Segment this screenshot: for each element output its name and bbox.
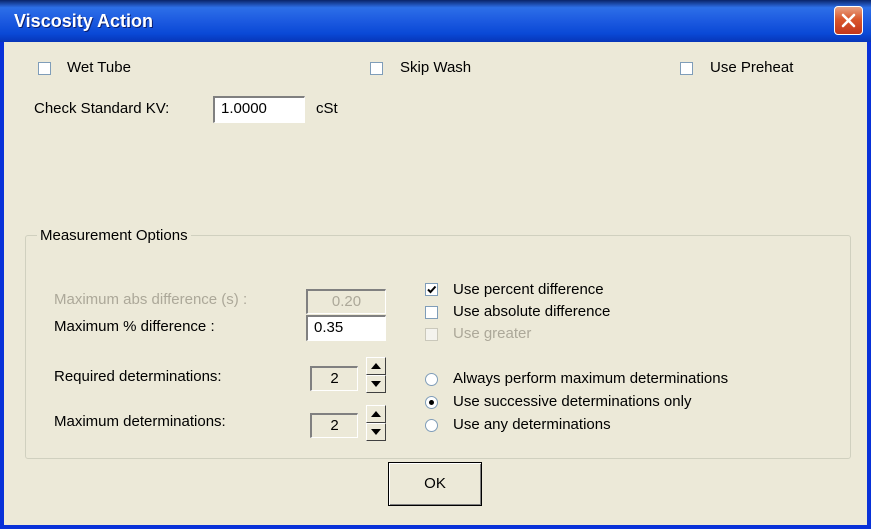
- use-absolute-difference-checkbox[interactable]: [425, 306, 438, 319]
- max-pct-difference-label: Maximum % difference :: [54, 318, 215, 335]
- use-preheat-label: Use Preheat: [710, 59, 794, 76]
- max-abs-difference-label: Maximum abs difference (s) :: [54, 291, 248, 308]
- wet-tube-label: Wet Tube: [67, 59, 131, 76]
- skip-wash-checkbox[interactable]: [370, 62, 383, 75]
- max-pct-difference-input[interactable]: 0.35: [306, 315, 386, 341]
- title-bar[interactable]: Viscosity Action: [0, 0, 871, 42]
- required-determinations-spinner: [366, 357, 386, 393]
- use-preheat-checkbox[interactable]: [680, 62, 693, 75]
- use-successive-label: Use successive determinations only: [453, 393, 692, 410]
- wet-tube-checkbox[interactable]: [38, 62, 51, 75]
- use-percent-difference-checkbox[interactable]: [425, 283, 438, 296]
- required-down-button[interactable]: [366, 375, 386, 393]
- maximum-determinations-spinner: [366, 405, 386, 441]
- check-standard-unit: cSt: [316, 100, 338, 117]
- use-any-radio[interactable]: [425, 419, 438, 432]
- maximum-up-button[interactable]: [366, 405, 386, 423]
- ok-button[interactable]: OK: [388, 462, 482, 506]
- close-button[interactable]: [834, 6, 863, 35]
- use-successive-radio[interactable]: [425, 396, 438, 409]
- skip-wash-label: Skip Wash: [400, 59, 472, 76]
- required-up-button[interactable]: [366, 357, 386, 375]
- measurement-options-legend: Measurement Options: [37, 227, 191, 244]
- maximum-down-button[interactable]: [366, 423, 386, 441]
- check-standard-label: Check Standard KV:: [34, 100, 170, 117]
- use-absolute-difference-label: Use absolute difference: [453, 303, 611, 320]
- use-any-label: Use any determinations: [453, 416, 611, 433]
- close-icon: [841, 13, 856, 28]
- always-perform-max-label: Always perform maximum determinations: [453, 370, 729, 387]
- check-standard-input[interactable]: 1.0000: [213, 96, 305, 123]
- check-icon: [427, 285, 437, 294]
- window-title: Viscosity Action: [14, 11, 154, 31]
- always-perform-max-radio[interactable]: [425, 373, 438, 386]
- arrow-down-icon: [371, 429, 381, 435]
- max-abs-difference-input: 0.20: [306, 289, 386, 314]
- radio-selected-dot: [429, 400, 434, 405]
- use-greater-checkbox: [425, 328, 438, 341]
- required-determinations-input[interactable]: 2: [310, 366, 358, 391]
- arrow-up-icon: [371, 363, 381, 369]
- use-percent-difference-label: Use percent difference: [453, 281, 604, 298]
- arrow-down-icon: [371, 381, 381, 387]
- arrow-up-icon: [371, 411, 381, 417]
- maximum-determinations-label: Maximum determinations:: [54, 413, 226, 430]
- required-determinations-label: Required determinations:: [54, 368, 222, 385]
- maximum-determinations-input[interactable]: 2: [310, 413, 358, 438]
- use-greater-label: Use greater: [453, 325, 532, 342]
